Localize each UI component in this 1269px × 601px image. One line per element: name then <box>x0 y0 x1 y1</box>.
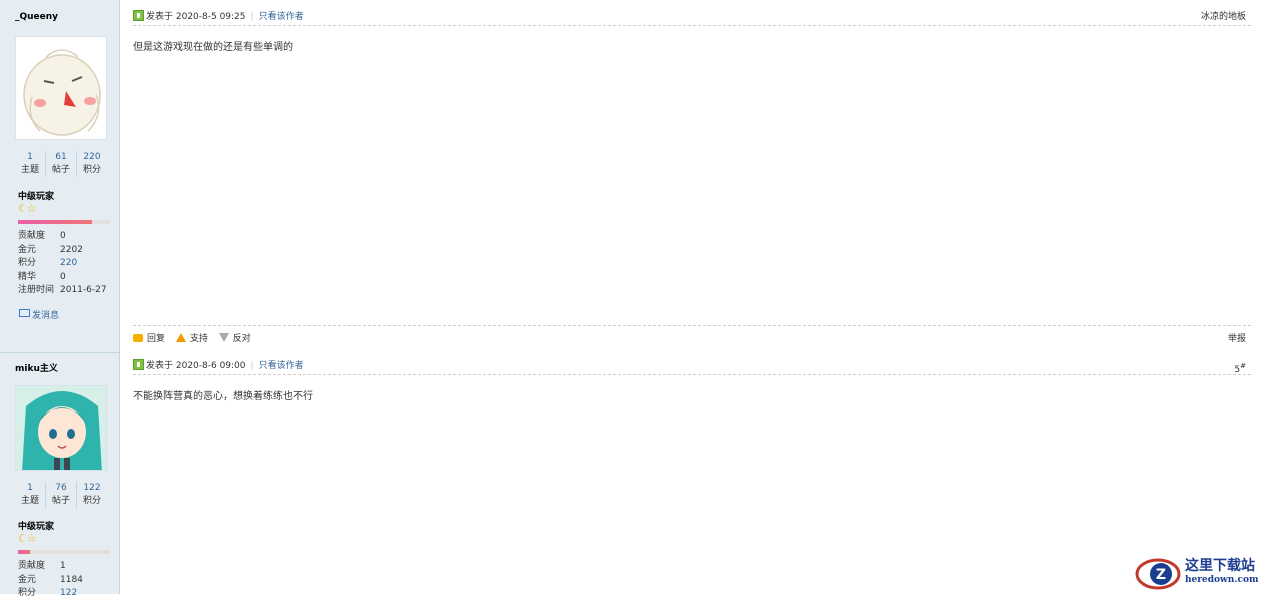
stat-threads[interactable]: 1 主题 <box>15 482 45 508</box>
sidebar-divider <box>0 352 119 353</box>
post-content: 不能换阵营真的恶心，想换着练练也不行 <box>133 391 313 402</box>
post-content: 但是这游戏现在做的还是有些单调的 <box>133 42 293 53</box>
post-icon <box>133 10 144 21</box>
avatar-image <box>16 37 106 139</box>
post-meta: 发表于 2020-8-6 09:00 | 只看该作者 5# <box>133 358 1251 375</box>
author-stats: 1 主题 61 帖子 220 积分 <box>15 151 107 177</box>
stat-credits[interactable]: 122 积分 <box>76 482 107 508</box>
stat-posts[interactable]: 61 帖子 <box>45 151 76 177</box>
info-row-contribution: 贡献度 1 <box>18 561 66 571</box>
info-row-register-date: 注册时间 2011-6-27 <box>18 285 107 295</box>
svg-text:Z: Z <box>1156 567 1166 583</box>
info-row-gold: 金元 2202 <box>18 244 83 255</box>
reply-button[interactable]: 回复 <box>133 334 165 344</box>
author-name[interactable]: _Queeny <box>15 12 58 22</box>
avatar-image <box>16 386 106 470</box>
stat-posts[interactable]: 76 帖子 <box>45 482 76 508</box>
moon-star-icon: ☾☆ <box>18 202 37 215</box>
support-button[interactable]: 支持 <box>175 333 208 344</box>
author-info: 贡献度 1 金元 1184 积分 122 <box>18 560 114 601</box>
floor-number[interactable]: 5# <box>1234 358 1246 378</box>
avatar[interactable] <box>15 36 107 140</box>
user-rank[interactable]: 中级玩家 <box>18 519 54 532</box>
oppose-button[interactable]: 反对 <box>218 333 251 344</box>
post-actions: 回复 支持 反对 举报 <box>133 325 1251 348</box>
watermark-url: heredown.com <box>1185 575 1259 585</box>
avatar[interactable] <box>15 385 107 471</box>
report-button[interactable]: 举报 <box>1228 330 1246 348</box>
envelope-icon <box>19 309 30 317</box>
info-row-digest: 精华 0 <box>18 271 66 282</box>
watermark-title: 这里下载站 <box>1185 558 1255 574</box>
stat-threads[interactable]: 1 主题 <box>15 151 45 177</box>
stat-credits[interactable]: 220 积分 <box>76 151 107 177</box>
author-stats: 1 主题 76 帖子 122 积分 <box>15 482 107 508</box>
rank-progress-fill <box>18 550 30 554</box>
info-row-gold: 金元 1184 <box>18 574 83 585</box>
info-row-credits: 积分 220 <box>18 258 78 268</box>
user-rank[interactable]: 中级玩家 <box>18 189 54 202</box>
rank-progress-bar <box>18 220 110 224</box>
arrow-up-icon <box>175 333 186 342</box>
send-message-link[interactable]: 发消息 <box>19 308 59 321</box>
moon-star-icon: ☾☆ <box>18 532 37 545</box>
author-name[interactable]: miku主义 <box>15 361 58 374</box>
reply-icon <box>133 334 143 342</box>
only-author-link[interactable]: 只看该作者 <box>259 12 304 22</box>
floor-label[interactable]: 冰凉的地板 <box>1201 9 1246 25</box>
site-watermark: Z 这里下载站 heredown.com <box>1135 556 1265 592</box>
rank-progress-fill <box>18 220 92 224</box>
author-info: 贡献度 0 金元 2202 积分 220 精华 0 注册时间 2011-6-27 <box>18 230 114 298</box>
post-time: 发表于 2020-8-5 09:25 <box>146 12 246 22</box>
post-meta: 发表于 2020-8-5 09:25 | 只看该作者 冰凉的地板 <box>133 9 1251 26</box>
arrow-down-icon <box>218 333 229 342</box>
post-time: 发表于 2020-8-6 09:00 <box>146 361 246 371</box>
post-icon <box>133 359 144 370</box>
watermark-logo: Z <box>1135 558 1181 590</box>
info-row-contribution: 贡献度 0 <box>18 231 66 241</box>
rank-progress-bar <box>18 550 110 554</box>
only-author-link[interactable]: 只看该作者 <box>259 361 304 371</box>
